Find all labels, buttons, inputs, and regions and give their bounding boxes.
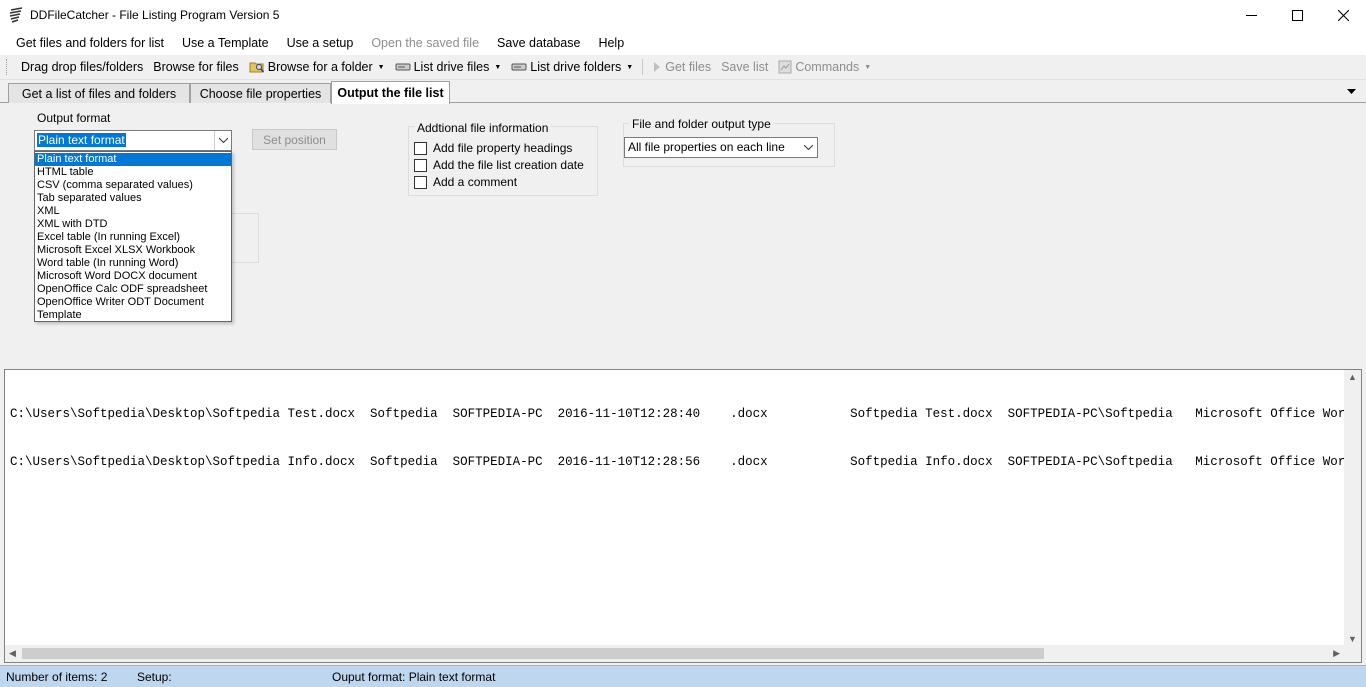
drag-drop-button[interactable]: Drag drop files/folders	[16, 60, 148, 74]
menu-open-saved-file[interactable]: Open the saved file	[362, 36, 488, 50]
output-format-dropdown: Plain text format HTML table CSV (comma …	[34, 151, 232, 322]
save-list-label: Save list	[721, 60, 769, 74]
menu-save-database[interactable]: Save database	[488, 36, 589, 50]
menu-bar: Get files and folders for list Use a Tem…	[0, 31, 1366, 55]
output-type-combo[interactable]: All file properties on each line	[624, 137, 818, 158]
status-setup: Setup:	[137, 670, 172, 684]
chevron-down-icon: ▼	[626, 63, 634, 71]
output-type-value: All file properties on each line	[628, 140, 785, 154]
toolbar-separator	[642, 59, 644, 75]
play-icon	[652, 61, 662, 73]
minimize-button[interactable]	[1228, 0, 1274, 31]
output-line: C:\Users\Softpedia\Desktop\Softpedia Tes…	[10, 407, 1344, 421]
menu-get-files-folders[interactable]: Get files and folders for list	[7, 36, 173, 50]
get-files-button[interactable]: Get files	[647, 60, 716, 74]
format-option[interactable]: XML	[35, 205, 231, 218]
scroll-corner	[1344, 645, 1361, 662]
add-creation-date-label: Add the file list creation date	[433, 158, 584, 172]
menu-help[interactable]: Help	[589, 36, 633, 50]
folder-search-icon	[249, 60, 265, 74]
horizontal-scroll-thumb[interactable]	[22, 648, 1044, 659]
browse-folder-button[interactable]: Browse for a folder ▼	[244, 60, 390, 74]
close-icon	[1337, 10, 1349, 21]
browse-files-label: Browse for files	[153, 60, 239, 74]
chevron-down-icon[interactable]	[800, 138, 817, 157]
output-format-combo[interactable]: Plain text format	[34, 130, 232, 151]
toolbar-grip[interactable]	[6, 59, 9, 75]
format-option[interactable]: HTML table	[35, 166, 231, 179]
drive-icon	[511, 62, 527, 72]
maximize-icon	[1291, 10, 1303, 21]
format-option[interactable]: Microsoft Word DOCX document	[35, 270, 231, 283]
tab-get-list[interactable]: Get a list of files and folders	[8, 83, 190, 103]
menu-use-setup[interactable]: Use a setup	[278, 36, 363, 50]
window-title: DDFileCatcher - File Listing Program Ver…	[30, 8, 280, 22]
list-drive-folders-button[interactable]: List drive folders ▼	[506, 60, 638, 74]
format-option[interactable]: CSV (comma separated values)	[35, 179, 231, 192]
format-option[interactable]: OpenOffice Writer ODT Document	[35, 296, 231, 309]
tab-output-file-list[interactable]: Output the file list	[331, 81, 450, 104]
output-line: C:\Users\Softpedia\Desktop\Softpedia Inf…	[10, 455, 1344, 469]
title-bar: DDFileCatcher - File Listing Program Ver…	[0, 0, 1366, 31]
scroll-down-icon[interactable]: ▼	[1348, 634, 1357, 644]
maximize-button[interactable]	[1274, 0, 1320, 31]
list-drive-folders-label: List drive folders	[530, 60, 622, 74]
chevron-down-icon: ▼	[377, 63, 385, 71]
vertical-scrollbar[interactable]: ▲ ▼	[1344, 370, 1361, 646]
scroll-left-icon[interactable]: ◀	[9, 648, 16, 659]
format-option[interactable]: Excel table (In running Excel)	[35, 231, 231, 244]
list-drive-files-label: List drive files	[413, 60, 490, 74]
app-icon	[9, 7, 23, 23]
add-comment-label: Add a comment	[433, 175, 518, 189]
add-creation-date-row[interactable]: Add the file list creation date	[414, 158, 584, 172]
chevron-down-icon: ▼	[494, 63, 502, 71]
get-files-label: Get files	[665, 60, 712, 74]
output-format-value: Plain text format	[37, 133, 126, 147]
menu-use-template[interactable]: Use a Template	[173, 36, 278, 50]
format-option[interactable]: Tab separated values	[35, 192, 231, 205]
output-lines: C:\Users\Softpedia\Desktop\Softpedia Tes…	[10, 374, 1344, 502]
horizontal-scrollbar[interactable]: ◀ ▶	[5, 645, 1344, 662]
commands-button[interactable]: Commands ▼	[773, 60, 876, 74]
format-option[interactable]: Plain text format	[35, 153, 231, 166]
list-drive-files-button[interactable]: List drive files ▼	[390, 60, 507, 74]
browse-folder-label: Browse for a folder	[267, 60, 373, 74]
add-comment-row[interactable]: Add a comment	[414, 175, 517, 189]
additional-info-title: Addtional file information	[414, 121, 552, 135]
browse-files-button[interactable]: Browse for files	[148, 60, 243, 74]
drag-drop-label: Drag drop files/folders	[21, 60, 144, 74]
scroll-up-icon[interactable]: ▲	[1348, 372, 1357, 382]
drive-icon	[395, 62, 411, 72]
add-creation-date-checkbox[interactable]	[414, 158, 427, 172]
format-option[interactable]: OpenOffice Calc ODF spreadsheet	[35, 283, 231, 296]
chevron-down-icon: ▼	[864, 63, 872, 71]
set-position-button[interactable]: Set position	[252, 129, 337, 150]
minimize-icon	[1245, 15, 1257, 16]
commands-label: Commands	[795, 60, 860, 74]
toolbar: Drag drop files/folders Browse for files…	[0, 55, 1366, 80]
chevron-down-icon[interactable]	[214, 131, 231, 150]
format-option[interactable]: Word table (In running Word)	[35, 257, 231, 270]
status-bar: Number of items: 2 Setup: Ouput format: …	[0, 665, 1366, 687]
commands-icon	[778, 60, 792, 74]
status-output-format: Ouput format: Plain text format	[332, 670, 496, 684]
add-headings-label: Add file property headings	[433, 141, 573, 155]
format-option[interactable]: Microsoft Excel XLSX Workbook	[35, 244, 231, 257]
tab-strip: Get a list of files and folders Choose f…	[0, 81, 1366, 104]
output-format-label: Output format	[37, 111, 111, 125]
save-list-button[interactable]: Save list	[716, 60, 773, 74]
add-headings-checkbox[interactable]	[414, 141, 427, 155]
output-type-title: File and folder output type	[629, 117, 774, 131]
output-text-area[interactable]: C:\Users\Softpedia\Desktop\Softpedia Tes…	[4, 369, 1362, 663]
add-comment-checkbox[interactable]	[414, 175, 427, 189]
tab-choose-properties[interactable]: Choose file properties	[190, 83, 331, 103]
add-headings-row[interactable]: Add file property headings	[414, 141, 572, 155]
tab-menu-icon[interactable]	[1347, 89, 1356, 95]
close-button[interactable]	[1320, 0, 1366, 31]
format-option[interactable]: XML with DTD	[35, 218, 231, 231]
scroll-right-icon[interactable]: ▶	[1333, 648, 1340, 659]
status-items-count: Number of items: 2	[6, 670, 108, 684]
format-option[interactable]: Template	[35, 309, 231, 322]
